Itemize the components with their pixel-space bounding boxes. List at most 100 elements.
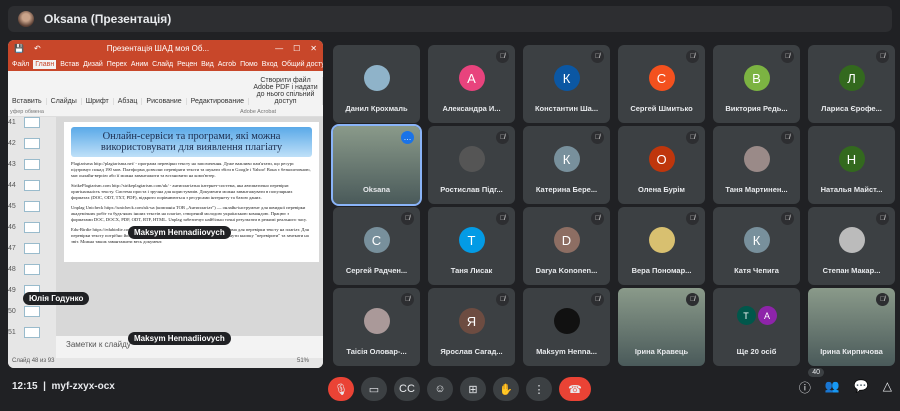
avatar <box>743 146 770 172</box>
slide-number: 51 <box>8 329 16 336</box>
avatar: О <box>648 146 675 172</box>
ribbon-button[interactable]: Створити файл Adobe PDF і надати до ньог… <box>249 77 323 105</box>
slide-thumbnail[interactable] <box>24 327 40 338</box>
participant-tile[interactable]: Т 🎙̸ Таня Лисак <box>428 207 515 285</box>
menu-tab[interactable]: Рецен <box>177 61 197 68</box>
participant-tile[interactable]: … Oksana <box>331 124 422 206</box>
participant-tile[interactable]: 🎙̸ Ірина Кирпичова <box>808 288 895 366</box>
participant-tile[interactable]: Данил Крохмаль <box>333 45 420 123</box>
menu-tab[interactable]: Вход <box>262 61 278 68</box>
participant-tile[interactable]: К 🎙̸ Катерина Бере... <box>523 126 610 204</box>
ribbon-button[interactable]: Вставить <box>8 98 47 105</box>
participant-name: Олена Бурім <box>638 185 685 194</box>
slide-bullet: Unplag Unicheck https://unicheck.com/uk-… <box>71 204 307 222</box>
slide-thumbnail[interactable] <box>24 138 40 149</box>
more-options-icon[interactable]: … <box>401 131 414 144</box>
raise-hand-button[interactable]: ✋ <box>493 377 519 401</box>
menu-tab[interactable]: Помо <box>240 61 258 68</box>
slide-number: 48 <box>8 266 16 273</box>
menu-tab[interactable]: Аним <box>131 61 148 68</box>
slide-title: Онлайн-сервіси та програми, які можна ви… <box>71 127 312 157</box>
participant-tile[interactable]: С 🎙̸ Сергей Радчен... <box>333 207 420 285</box>
avatar <box>458 146 485 172</box>
menu-tab[interactable]: Общий доступ <box>282 61 323 68</box>
menu-tab[interactable]: Встав <box>60 61 79 68</box>
participant-name: Степан Макар... <box>822 266 881 275</box>
emoji-button[interactable]: ☺ <box>427 377 453 401</box>
avatar: Т <box>736 306 756 325</box>
slide-thumbnail[interactable] <box>24 180 40 191</box>
participant-tile[interactable]: 🎙̸ Таісія Оловар-... <box>333 288 420 366</box>
participant-tile[interactable]: В 🎙̸ Виктория Редь... <box>713 45 800 123</box>
ribbon-button[interactable]: Шрифт <box>82 98 114 105</box>
menu-tab[interactable]: Файл <box>12 61 29 68</box>
slide-bullet: Plagiarisma http://plagiarisma.net/ - пр… <box>71 161 311 178</box>
participant-tile[interactable]: С 🎙̸ Сергей Шмитько <box>618 45 705 123</box>
menu-tab[interactable]: Вид <box>201 61 214 68</box>
menu-tab[interactable]: Дизай <box>83 61 103 68</box>
slide-thumbnail[interactable] <box>24 243 40 254</box>
participant-tile[interactable]: А 🎙̸ Александра И... <box>428 45 515 123</box>
participant-tile[interactable]: О 🎙̸ Олена Бурім <box>618 126 705 204</box>
slide-thumbnail[interactable] <box>24 306 40 317</box>
more-options-button[interactable]: ⋮ <box>526 377 552 401</box>
slide-number: 42 <box>8 140 16 147</box>
slide-thumbnail[interactable] <box>24 222 40 233</box>
avatar: D <box>553 227 580 253</box>
captions-button[interactable]: CC <box>394 377 420 401</box>
slide-number: 43 <box>8 161 16 168</box>
participant-name: Maksym Henna... <box>536 347 597 356</box>
avatar: Я <box>458 308 485 334</box>
menu-tab[interactable]: Acrob <box>218 61 236 68</box>
participant-tile[interactable]: К 🎙̸ Константин Ша... <box>523 45 610 123</box>
activities-icon[interactable]: △ <box>883 379 892 396</box>
mic-off-icon: 🎙̸ <box>876 50 889 63</box>
menu-tab[interactable]: Главн <box>33 59 57 69</box>
menu-tab[interactable]: Перех <box>107 61 127 68</box>
ribbon-button[interactable]: Редактирование <box>187 98 249 105</box>
participant-name: Катя Чепига <box>734 266 779 275</box>
present-button[interactable]: ⊞ <box>460 377 486 401</box>
participant-tile[interactable]: К 🎙̸ Катя Чепига <box>713 207 800 285</box>
slide-thumbnail[interactable] <box>24 159 40 170</box>
chat-icon[interactable]: 💬 <box>854 379 869 396</box>
participant-tile[interactable]: Я 🎙̸ Ярослав Сагад... <box>428 288 515 366</box>
ppt-status-bar: Слайд 48 из 93 51% <box>8 358 323 368</box>
camera-button[interactable]: ▭ <box>361 377 387 401</box>
participant-tile[interactable]: Л 🎙̸ Лариса Єрофе... <box>808 45 895 123</box>
participant-name: Сергей Радчен... <box>345 266 408 275</box>
info-icon[interactable]: ⓘ <box>799 379 811 396</box>
people-icon[interactable]: 👥 <box>825 379 840 396</box>
participant-tile[interactable]: 🎙̸ Ростислав Підг... <box>428 126 515 204</box>
maximize-icon: ☐ <box>293 44 301 53</box>
ribbon-button[interactable]: Абзац <box>114 98 143 105</box>
participant-tile[interactable]: D 🎙̸ Darya Kononen... <box>523 207 610 285</box>
presentation-screen: 💾 ↶ Презентація ШАД моя Об... — ☐ ✕ Файл Гла… <box>8 40 323 368</box>
slide-number: 46 <box>8 224 16 231</box>
mic-off-icon: 🎙̸ <box>781 212 794 225</box>
slide-thumbnail[interactable] <box>24 264 40 275</box>
participant-tile[interactable]: 🎙̸ Maksym Henna... <box>523 288 610 366</box>
slide-thumbnail[interactable] <box>24 201 40 212</box>
participant-name: Виктория Редь... <box>725 104 788 113</box>
participant-tile[interactable]: 🎙̸ Степан Макар... <box>808 207 895 285</box>
participant-tile[interactable]: 🎙̸ Ірина Кравець <box>618 288 705 366</box>
mic-off-button[interactable]: 🎙 <box>328 377 354 401</box>
participant-tile[interactable]: Т А Ще 20 осіб <box>713 288 800 366</box>
participant-name: Катерина Бере... <box>535 185 598 194</box>
avatar: С <box>648 65 675 91</box>
ribbon-button[interactable]: Рисование <box>142 98 187 105</box>
participant-tile[interactable]: 🎙̸ Таня Мартинен... <box>713 126 800 204</box>
participant-tile[interactable]: Н Наталья Майст... <box>808 126 895 204</box>
mic-off-icon: 🎙̸ <box>591 212 604 225</box>
participant-name: Таня Лисак <box>450 266 493 275</box>
participant-name: Ще 20 осіб <box>736 347 777 356</box>
mic-off-icon: 🎙̸ <box>591 131 604 144</box>
menu-tab[interactable]: Слайд <box>152 61 173 68</box>
leave-call-button[interactable]: ☎ <box>559 377 591 401</box>
slide-number: 49 <box>8 287 16 294</box>
presenter-title: Oksana (Презентація) <box>44 12 172 26</box>
ribbon-button[interactable]: Слайды <box>47 98 82 105</box>
slide-thumbnail[interactable] <box>24 117 40 128</box>
participant-tile[interactable]: 🎙̸ Вера Пономар... <box>618 207 705 285</box>
